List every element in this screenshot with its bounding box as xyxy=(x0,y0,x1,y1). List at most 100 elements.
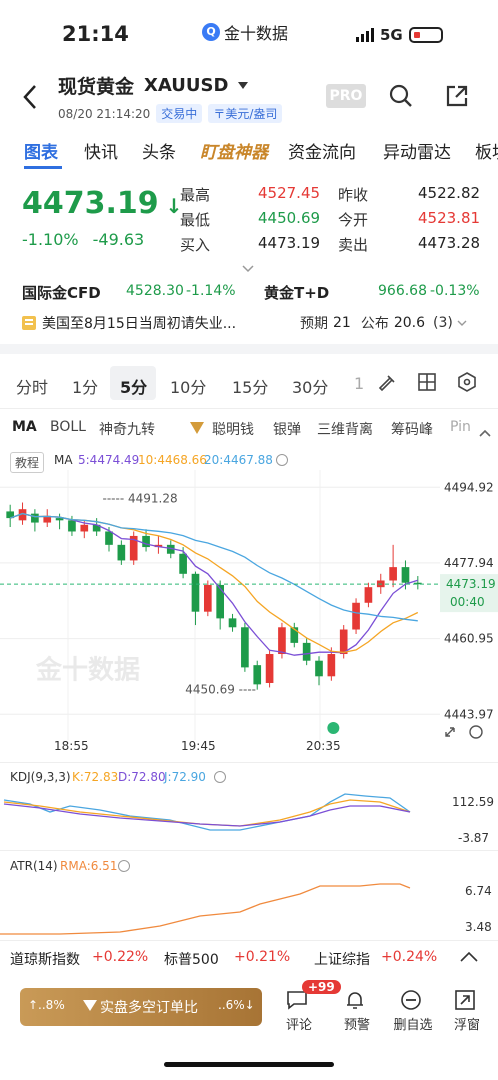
x-tick-label: 20:35 xyxy=(306,739,341,753)
kdj-title: KDJ(9,3,3) xyxy=(10,770,71,784)
gold-text: 实盘多空订单比 xyxy=(100,1000,198,1016)
event-count: (3) xyxy=(433,315,453,331)
ticker-sse-name[interactable]: 上证综指 xyxy=(314,949,370,969)
share-button[interactable] xyxy=(445,84,469,112)
ticker-spx-chg: +0.21% xyxy=(234,949,291,965)
candle-body xyxy=(352,602,360,630)
calendar-event[interactable]: 美国至8月15日当周初请失业... 预期 21 公布 20.6 (3) xyxy=(22,312,478,334)
ticker-sse-chg: +0.24% xyxy=(381,949,438,965)
float-window-icon xyxy=(455,990,475,1010)
pro-button[interactable]: PRO xyxy=(326,84,366,108)
candle-body xyxy=(401,567,410,583)
ticker-spx-name[interactable]: 标普500 xyxy=(164,949,219,969)
prev-close-value: 4522.82 xyxy=(418,184,481,202)
y-tick-label: 4460.95 xyxy=(444,632,494,646)
ind-pin[interactable]: Pin xyxy=(450,419,471,435)
instrument-title[interactable]: 现货黄金 XAUUSD xyxy=(58,72,249,99)
atr-tick-bottom: 3.48 xyxy=(465,920,492,934)
period-15m[interactable]: 15分 xyxy=(232,374,268,398)
currency-badge: 〒美元/盎司 xyxy=(208,104,283,123)
y-tick-label: 4494.92 xyxy=(444,480,494,494)
remove-watchlist-button[interactable]: 删自选 xyxy=(393,990,433,1036)
comment-label: 评论 xyxy=(285,1018,312,1033)
zoom-icon xyxy=(469,725,483,739)
section-divider xyxy=(0,344,498,354)
ind-ma[interactable]: MA xyxy=(12,419,37,435)
candle-body xyxy=(80,524,89,532)
td-label[interactable]: 黄金T+D xyxy=(264,282,329,303)
period-10m[interactable]: 10分 xyxy=(170,374,206,398)
chevron-left-icon xyxy=(23,85,36,109)
buy-label: 买入 xyxy=(180,236,211,254)
atr-line xyxy=(0,883,411,935)
ma-settings-icon[interactable] xyxy=(276,454,288,466)
ticker-dji-name[interactable]: 道琼斯指数 xyxy=(10,949,80,969)
tab-flash[interactable]: 快讯 xyxy=(84,138,118,163)
tab-radar[interactable]: 异动雷达 xyxy=(383,138,451,163)
tab-watch-tool[interactable]: 盯盘神器 xyxy=(200,138,268,163)
ind-chip-peak[interactable]: 筹码峰 xyxy=(391,419,433,439)
period-1m[interactable]: 1分 xyxy=(72,374,98,398)
tab-headlines[interactable]: 头条 xyxy=(142,138,176,163)
ind-smart-money[interactable]: 聪明钱 xyxy=(212,419,254,439)
divider xyxy=(0,762,498,763)
event-expected: 21 xyxy=(333,315,351,331)
page-title: 现货黄金 xyxy=(58,76,135,98)
tab-chart[interactable]: 图表 xyxy=(24,138,58,163)
kdj-settings-icon[interactable] xyxy=(214,771,226,783)
ma20-value: 20:4467.88 xyxy=(204,453,273,467)
candle-body xyxy=(216,584,225,619)
event-icon xyxy=(22,316,36,330)
settings-icon xyxy=(458,372,476,392)
long-short-ratio-button[interactable]: ↑..8% 实盘多空订单比 ..6%↓ xyxy=(20,988,262,1026)
price-change: -1.10% -49.63 xyxy=(22,230,144,249)
ind-3d-divergence[interactable]: 三维背离 xyxy=(317,419,373,439)
draw-tool-button[interactable] xyxy=(376,372,396,396)
kdj-d: D:72.80 xyxy=(118,770,166,784)
comment-count-badge: +99 xyxy=(302,980,341,994)
current-price-tag: 4473.19 xyxy=(446,577,496,591)
y-tick-label: 4477.94 xyxy=(444,556,494,570)
comment-button[interactable]: 评论 xyxy=(284,990,314,1036)
candle-body xyxy=(278,627,286,655)
td-change: -0.13% xyxy=(430,283,480,299)
period-5m[interactable]: 5分 xyxy=(120,374,147,398)
period-30m[interactable]: 30分 xyxy=(292,374,328,398)
atr-settings-icon[interactable] xyxy=(118,860,130,872)
ticker-expand[interactable] xyxy=(460,951,478,967)
pen-icon xyxy=(378,375,395,392)
diamond-icon xyxy=(82,999,98,1016)
atr-title: ATR(14) xyxy=(10,859,58,873)
period-tick[interactable]: 分时 xyxy=(16,374,48,398)
ind-td9[interactable]: 神奇九转 xyxy=(99,419,155,439)
chart-settings-button[interactable] xyxy=(457,372,477,396)
float-window-button[interactable]: 浮窗 xyxy=(452,990,482,1036)
x-tick-label: 19:45 xyxy=(181,739,216,753)
kdj-chart xyxy=(3,793,411,831)
layout-button[interactable] xyxy=(417,372,437,396)
ind-silver-bullet[interactable]: 银弹 xyxy=(273,419,301,439)
smart-money-icon xyxy=(189,420,205,439)
ticker-dji-chg: +0.22% xyxy=(92,949,149,965)
candlestick-chart[interactable]: 4494.92 4477.94 4460.95 4443.97 18:55 19:45 20… xyxy=(0,470,498,760)
search-button[interactable] xyxy=(389,84,413,112)
caret-down-icon xyxy=(238,81,249,89)
ma10-line xyxy=(9,512,419,654)
alert-button[interactable]: 预警 xyxy=(342,990,372,1036)
expand-quote-button[interactable] xyxy=(242,258,254,277)
period-more[interactable]: 1 xyxy=(354,374,364,393)
back-button[interactable] xyxy=(22,84,38,117)
tab-fund-flow[interactable]: 资金流向 xyxy=(288,138,356,163)
fullscreen-icon xyxy=(445,727,455,737)
float-window-label: 浮窗 xyxy=(453,1018,480,1033)
atr-tick-top: 6.74 xyxy=(465,884,492,898)
collapse-indicators[interactable] xyxy=(479,422,491,441)
tab-sector[interactable]: 板块 xyxy=(475,138,498,163)
cfd-label[interactable]: 国际金CFD xyxy=(22,282,101,303)
candle-body xyxy=(203,584,212,612)
ind-boll[interactable]: BOLL xyxy=(50,419,86,435)
kdj-tick-top: 112.59 xyxy=(452,795,494,809)
tab-active-indicator xyxy=(24,166,62,169)
battery-icon xyxy=(408,27,443,43)
quote-datetime: 08/20 21:14:20 xyxy=(58,106,151,121)
